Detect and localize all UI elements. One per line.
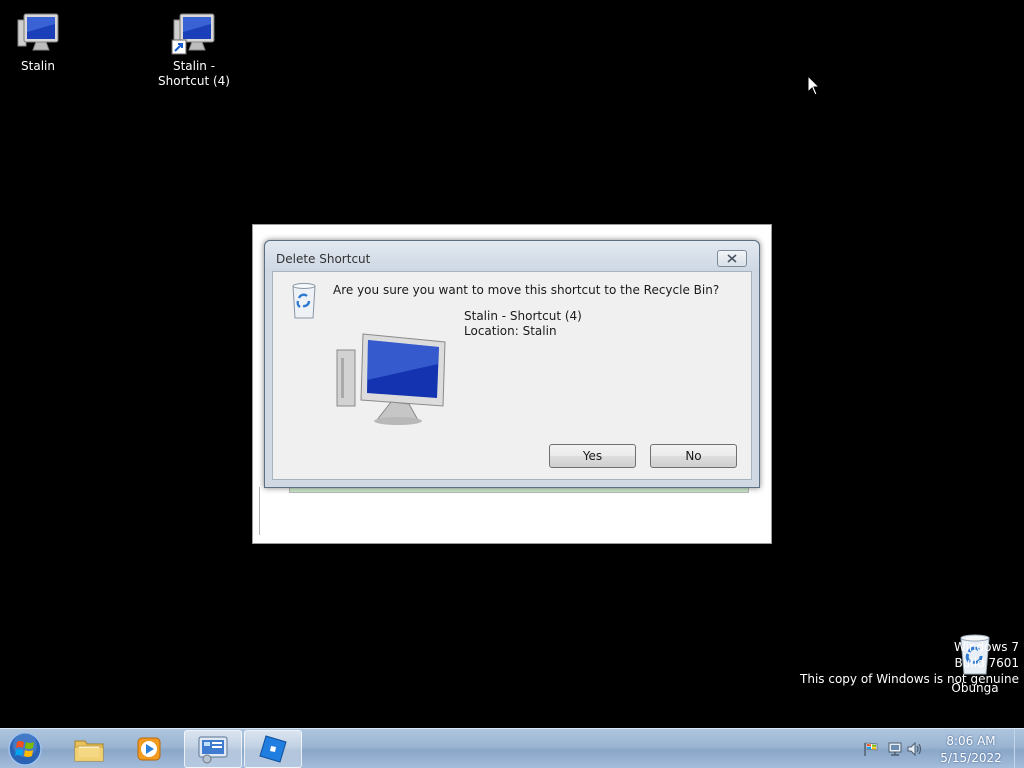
dialog-client-area: Are you sure you want to move this short… bbox=[272, 271, 752, 480]
clock-time: 8:06 AM bbox=[946, 734, 996, 748]
confirmation-question: Are you sure you want to move this short… bbox=[333, 283, 720, 297]
genuine-watermark: Windows 7 Build 7601 This copy of Window… bbox=[800, 639, 1019, 687]
control-panel-icon bbox=[198, 736, 228, 764]
desktop-icon-stalin-shortcut[interactable]: Stalin - Shortcut (4) bbox=[154, 8, 234, 89]
taskbar-button-media-player[interactable] bbox=[120, 730, 178, 768]
clock-date: 5/15/2022 bbox=[940, 751, 1002, 765]
blue-app-icon bbox=[259, 735, 287, 763]
desktop: Stalin Stalin - Shortcut (4) Obunga Wind… bbox=[0, 0, 1024, 728]
mouse-cursor-icon bbox=[807, 75, 821, 96]
taskbar-button-app[interactable] bbox=[244, 730, 302, 768]
media-player-icon bbox=[137, 737, 161, 761]
start-button[interactable] bbox=[5, 730, 45, 768]
close-button[interactable] bbox=[717, 250, 747, 267]
computer-icon bbox=[17, 13, 59, 51]
close-icon bbox=[727, 254, 737, 263]
computer-icon bbox=[336, 333, 446, 425]
dialog-titlebar[interactable]: Delete Shortcut bbox=[265, 241, 759, 271]
recycle-bin-icon bbox=[292, 283, 316, 319]
computer-shortcut-icon bbox=[171, 13, 215, 55]
taskbar-clock[interactable]: 8:06 AM 5/15/2022 bbox=[926, 733, 1016, 767]
item-name: Stalin - Shortcut (4) bbox=[464, 309, 582, 323]
delete-shortcut-dialog: Delete Shortcut Are you sure you want to… bbox=[264, 240, 760, 488]
taskbar: 8:06 AM 5/15/2022 bbox=[0, 728, 1024, 768]
watermark-os: Windows 7 bbox=[953, 640, 1019, 654]
notification-area: 8:06 AM 5/15/2022 bbox=[854, 729, 1024, 768]
desktop-icon-stalin[interactable]: Stalin bbox=[0, 8, 78, 74]
watermark-build: Build 7601 bbox=[954, 656, 1019, 670]
show-desktop-button[interactable] bbox=[1014, 729, 1024, 768]
volume-icon[interactable] bbox=[906, 740, 924, 758]
window-divider bbox=[259, 487, 260, 535]
item-location: Location: Stalin bbox=[464, 324, 557, 338]
watermark-notice: This copy of Windows is not genuine bbox=[800, 672, 1019, 686]
dialog-title: Delete Shortcut bbox=[276, 252, 371, 266]
action-center-flag-icon[interactable] bbox=[862, 740, 880, 758]
desktop-icon-label: Stalin bbox=[21, 59, 55, 73]
item-info: Stalin - Shortcut (4) Location: Stalin bbox=[464, 309, 582, 339]
windows-logo-icon bbox=[8, 732, 42, 766]
yes-button[interactable]: Yes bbox=[549, 444, 636, 468]
taskbar-button-explorer[interactable] bbox=[60, 730, 118, 768]
folder-icon bbox=[74, 740, 104, 762]
taskbar-button-control-panel[interactable] bbox=[184, 730, 242, 768]
desktop-icon-label: Stalin - Shortcut (4) bbox=[158, 59, 230, 88]
no-button[interactable]: No bbox=[650, 444, 737, 468]
network-icon[interactable] bbox=[886, 740, 904, 758]
